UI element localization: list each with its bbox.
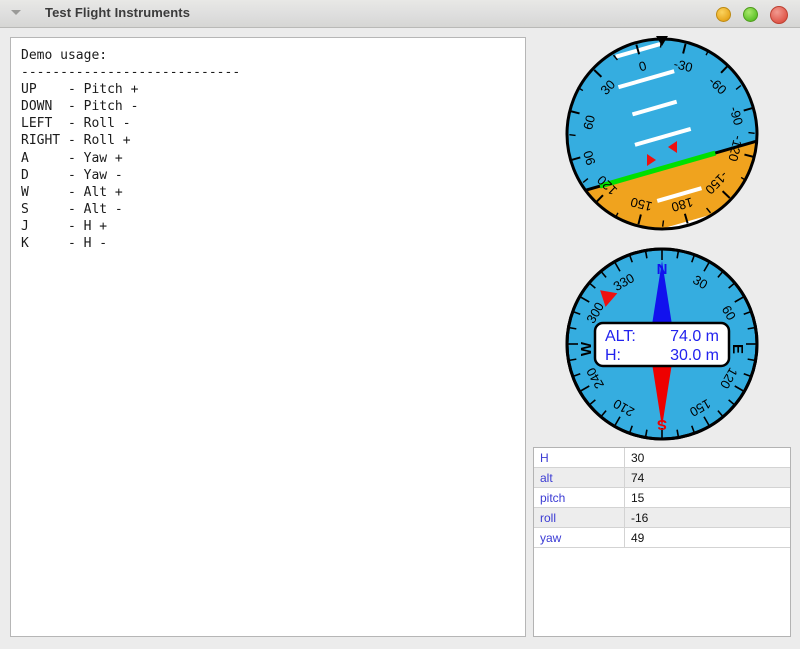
property-table-panel[interactable]: H 30 alt 74 pitch 15 roll -16 yaw 49 xyxy=(533,447,791,637)
maximize-button[interactable] xyxy=(743,7,758,22)
table-row[interactable]: alt 74 xyxy=(534,468,790,488)
property-value[interactable]: 15 xyxy=(625,488,791,508)
table-row[interactable]: H 30 xyxy=(534,448,790,468)
table-row[interactable]: roll -16 xyxy=(534,508,790,528)
property-key: roll xyxy=(534,508,625,528)
property-key: H xyxy=(534,448,625,468)
table-row[interactable]: pitch 15 xyxy=(534,488,790,508)
minimize-button[interactable] xyxy=(716,7,731,22)
cardinal-w: W xyxy=(578,341,595,356)
compass-readout: ALT: 74.0 m H: 30.0 m xyxy=(595,323,729,366)
window-title: Test Flight Instruments xyxy=(45,5,190,20)
property-table-body: H 30 alt 74 pitch 15 roll -16 yaw 49 xyxy=(534,448,790,548)
property-value[interactable]: 49 xyxy=(625,528,791,548)
help-text: Demo usage: ----------------------------… xyxy=(11,38,525,261)
attitude-indicator[interactable]: 30 xyxy=(533,33,791,238)
pitch-ladder-label: 30 xyxy=(581,33,599,42)
title-bar: Test Flight Instruments xyxy=(0,0,800,28)
window-controls xyxy=(716,7,790,22)
h-label: H: xyxy=(605,347,621,364)
help-text-panel[interactable]: Demo usage: ----------------------------… xyxy=(10,37,526,637)
close-button[interactable] xyxy=(770,6,788,24)
cardinal-e: E xyxy=(729,344,746,354)
table-row[interactable]: yaw 49 xyxy=(534,528,790,548)
caret-down-icon[interactable] xyxy=(11,10,21,15)
h-value: 30.0 m xyxy=(670,347,719,364)
property-value[interactable]: -16 xyxy=(625,508,791,528)
property-key: yaw xyxy=(534,528,625,548)
property-key: pitch xyxy=(534,488,625,508)
property-value[interactable]: 74 xyxy=(625,468,791,488)
alt-value: 74.0 m xyxy=(670,328,719,345)
app-window: Test Flight Instruments Demo usage: ----… xyxy=(0,0,800,649)
property-value[interactable]: 30 xyxy=(625,448,791,468)
compass-indicator[interactable]: N E S W 30 60 120 150 210 240 300 330 xyxy=(533,243,791,448)
property-key: alt xyxy=(534,468,625,488)
alt-label: ALT: xyxy=(605,328,636,345)
property-table: H 30 alt 74 pitch 15 roll -16 yaw 49 xyxy=(534,448,790,548)
